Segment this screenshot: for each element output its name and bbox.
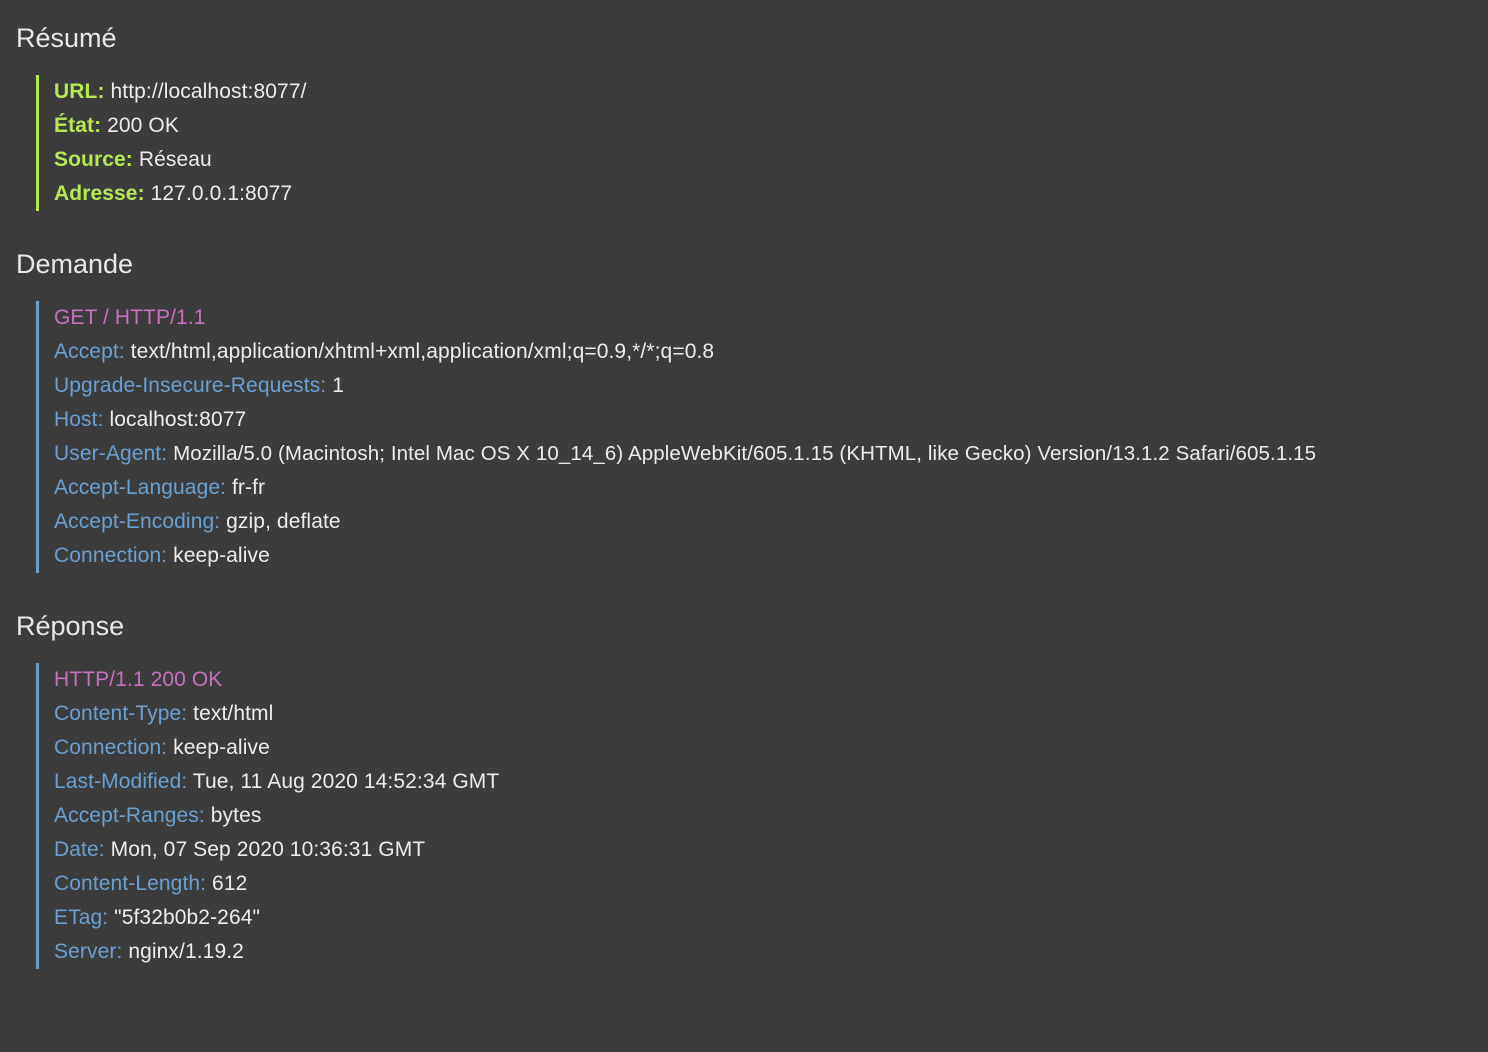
header-key: Accept-Language: bbox=[54, 476, 227, 499]
header-value: fr-fr bbox=[232, 476, 266, 499]
header-value: Mon, 07 Sep 2020 10:36:31 GMT bbox=[110, 838, 426, 861]
summary-title: Résumé bbox=[16, 23, 117, 53]
header-key: User-Agent: bbox=[54, 442, 168, 465]
summary-row-url: URL: http://localhost:8077/ bbox=[54, 75, 307, 109]
request-header-row: Upgrade-Insecure-Requests: 1 bbox=[54, 369, 1316, 403]
request-header-row: User-Agent: Mozilla/5.0 (Macintosh; Inte… bbox=[54, 437, 1316, 471]
header-value: bytes bbox=[210, 804, 262, 827]
summary-row-status: État: 200 OK bbox=[54, 109, 307, 143]
header-value: Mozilla/5.0 (Macintosh; Intel Mac OS X 1… bbox=[173, 442, 1317, 465]
summary-key: Adresse: bbox=[54, 182, 145, 205]
header-value: 612 bbox=[212, 872, 248, 895]
header-key: Accept: bbox=[54, 340, 125, 363]
response-header-row: Accept-Ranges: bytes bbox=[54, 799, 499, 833]
header-key: ETag: bbox=[54, 906, 109, 929]
header-value: Tue, 11 Aug 2020 14:52:34 GMT bbox=[192, 770, 500, 793]
header-value: keep-alive bbox=[173, 736, 270, 759]
header-key: Connection: bbox=[54, 736, 168, 759]
summary-key: État: bbox=[54, 114, 102, 137]
header-value: text/html bbox=[193, 702, 274, 725]
header-key: Content-Type: bbox=[54, 702, 188, 725]
request-start-line: GET / HTTP/1.1 bbox=[54, 306, 206, 329]
response-header-row: ETag: "5f32b0b2-264" bbox=[54, 901, 499, 935]
header-key: Content-Length: bbox=[54, 872, 207, 895]
request-header-row: Accept: text/html,application/xhtml+xml,… bbox=[54, 335, 1316, 369]
header-value: gzip, deflate bbox=[226, 510, 341, 533]
header-key: Date: bbox=[54, 838, 105, 861]
header-value: localhost:8077 bbox=[109, 408, 247, 431]
summary-value: 200 OK bbox=[107, 114, 179, 137]
summary-value: Réseau bbox=[138, 148, 212, 171]
header-value: "5f32b0b2-264" bbox=[114, 906, 261, 929]
request-block: GET / HTTP/1.1 Accept: text/html,applica… bbox=[36, 301, 1316, 573]
request-header-row: Accept-Encoding: gzip, deflate bbox=[54, 505, 1316, 539]
response-header-row: Connection: keep-alive bbox=[54, 731, 499, 765]
response-block: HTTP/1.1 200 OK Content-Type: text/html … bbox=[36, 663, 499, 969]
header-key: Accept-Encoding: bbox=[54, 510, 221, 533]
summary-value[interactable]: http://localhost:8077/ bbox=[111, 80, 307, 103]
request-title: Demande bbox=[16, 249, 134, 279]
response-header-row: Server: nginx/1.19.2 bbox=[54, 935, 499, 969]
summary-key: Source: bbox=[54, 148, 133, 171]
response-header-row: Content-Length: 612 bbox=[54, 867, 499, 901]
header-key: Server: bbox=[54, 940, 123, 963]
header-value: nginx/1.19.2 bbox=[128, 940, 244, 963]
response-start-line: HTTP/1.1 200 OK bbox=[54, 668, 223, 691]
request-header-row: Connection: keep-alive bbox=[54, 539, 1316, 573]
response-title: Réponse bbox=[16, 611, 125, 641]
header-key: Accept-Ranges: bbox=[54, 804, 205, 827]
summary-block: URL: http://localhost:8077/ État: 200 OK… bbox=[36, 75, 307, 211]
header-value: text/html,application/xhtml+xml,applicat… bbox=[130, 340, 715, 363]
response-header-row: Last-Modified: Tue, 11 Aug 2020 14:52:34… bbox=[54, 765, 499, 799]
header-key: Upgrade-Insecure-Requests: bbox=[54, 374, 327, 397]
header-key: Last-Modified: bbox=[54, 770, 188, 793]
response-header-row: Content-Type: text/html bbox=[54, 697, 499, 731]
request-header-row: Accept-Language: fr-fr bbox=[54, 471, 1316, 505]
summary-key: URL: bbox=[54, 80, 105, 103]
summary-row-source: Source: Réseau bbox=[54, 143, 307, 177]
summary-value: 127.0.0.1:8077 bbox=[150, 182, 293, 205]
summary-row-address: Adresse: 127.0.0.1:8077 bbox=[54, 177, 307, 211]
header-key: Connection: bbox=[54, 544, 168, 567]
header-value: keep-alive bbox=[173, 544, 270, 567]
header-key: Host: bbox=[54, 408, 104, 431]
response-header-row: Date: Mon, 07 Sep 2020 10:36:31 GMT bbox=[54, 833, 499, 867]
request-header-row: Host: localhost:8077 bbox=[54, 403, 1316, 437]
header-value: 1 bbox=[332, 374, 344, 397]
